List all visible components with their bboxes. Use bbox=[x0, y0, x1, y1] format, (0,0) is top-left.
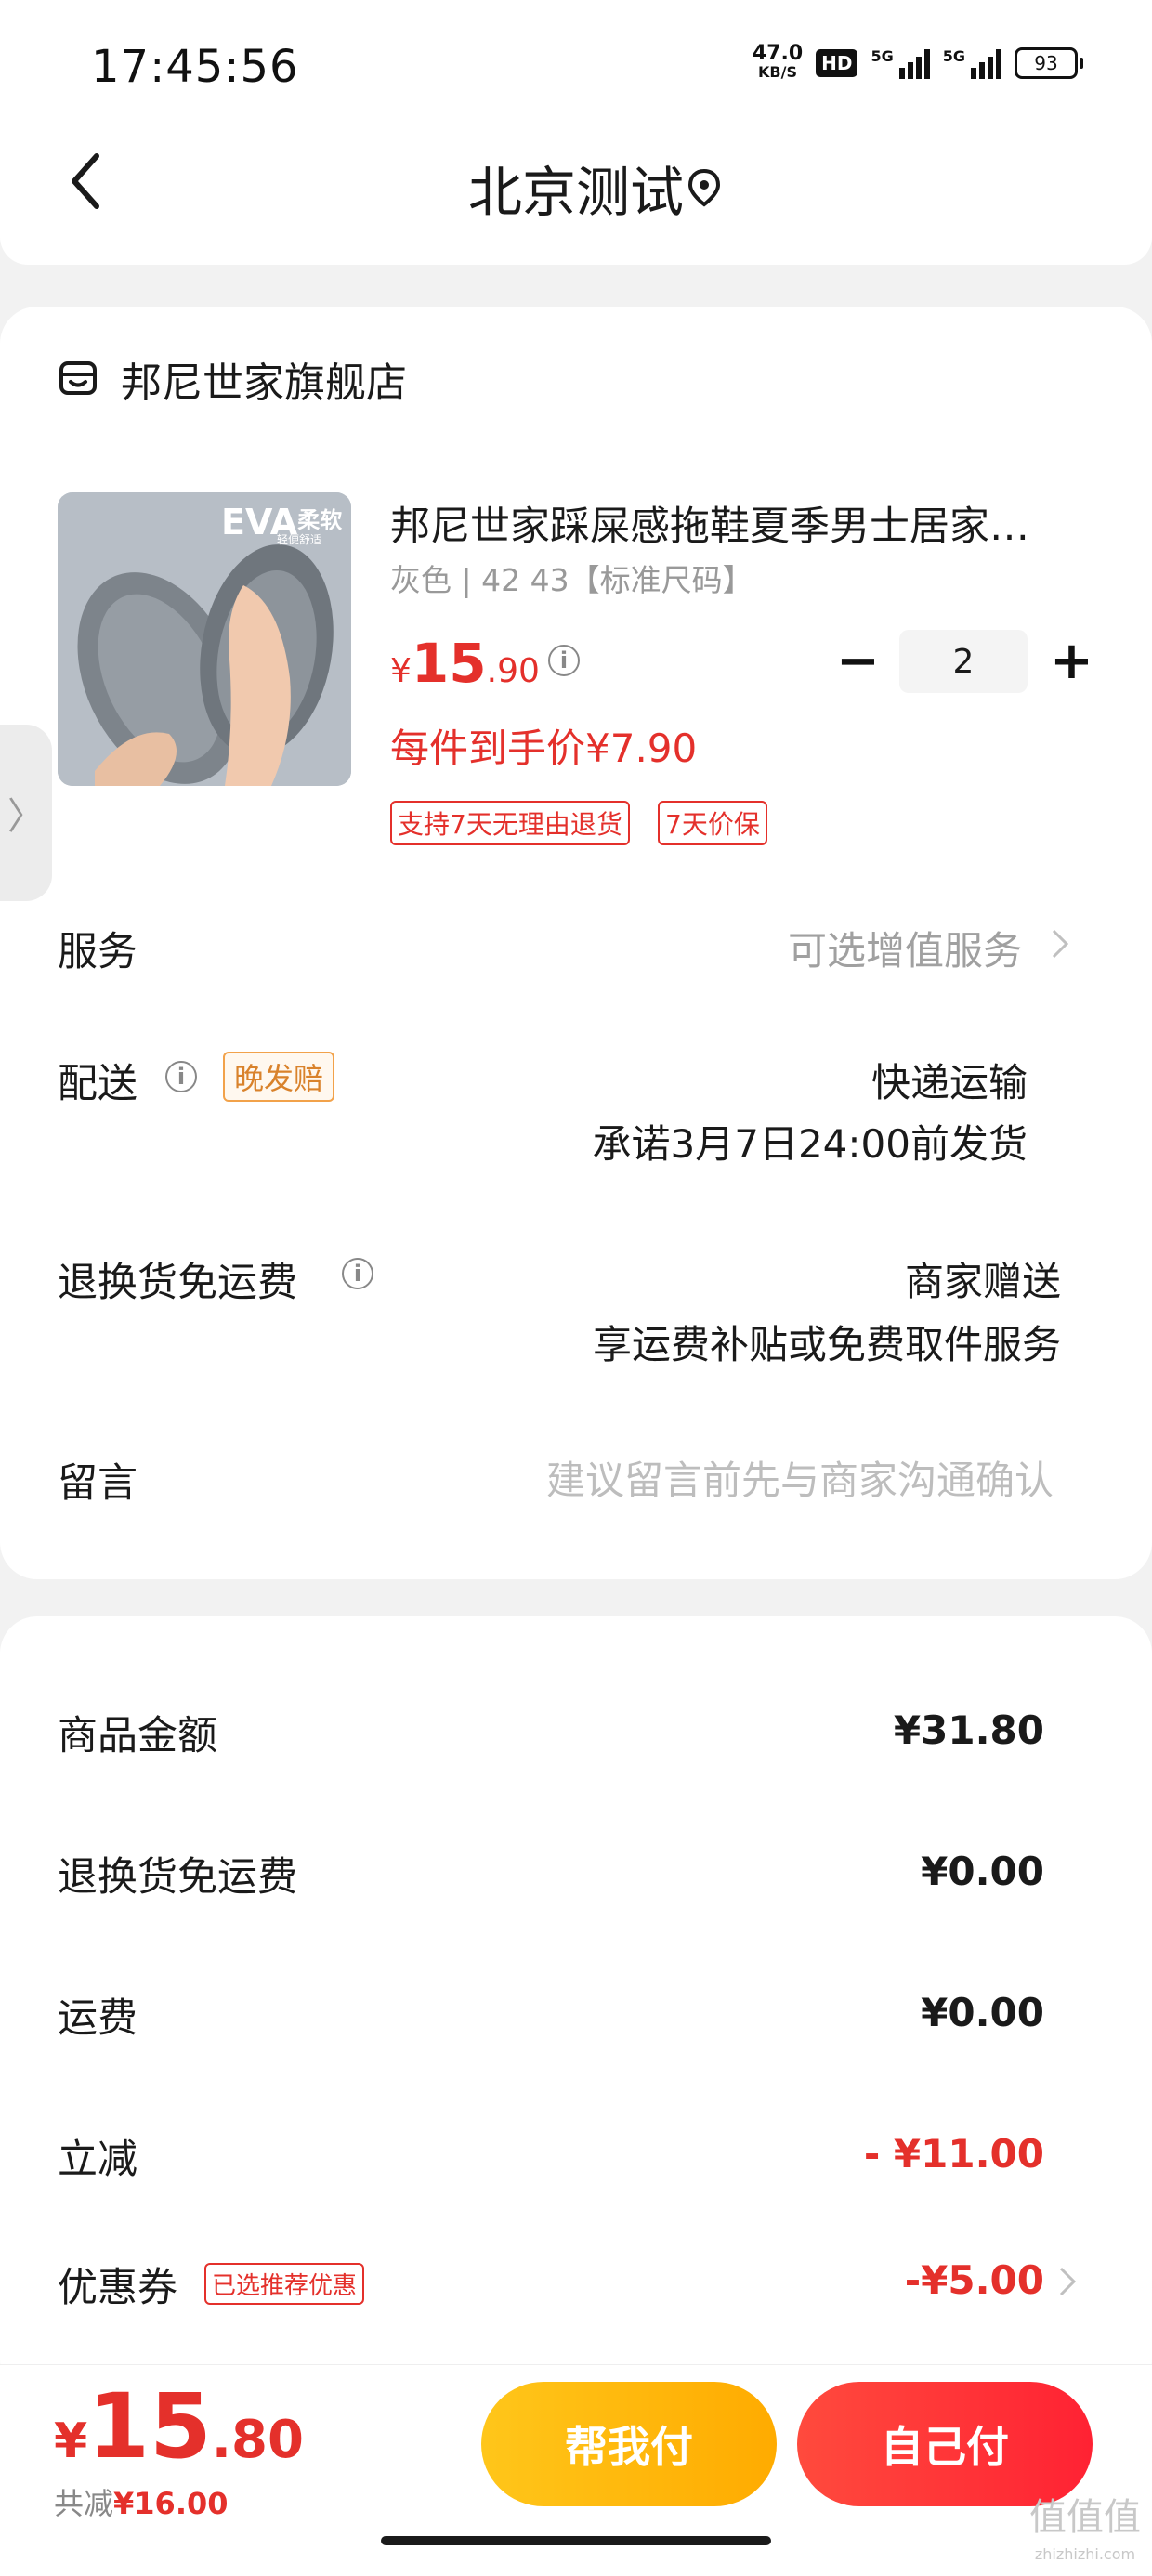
return-shipping-label: 退换货免运费 bbox=[58, 1260, 297, 1306]
total-saved[interactable]: 共减¥16.00 bbox=[54, 2480, 229, 2523]
total-price: ¥15.80 bbox=[54, 2374, 304, 2478]
message-label: 留言 bbox=[58, 1460, 137, 1507]
store-icon bbox=[58, 358, 98, 399]
location-pin-icon[interactable] bbox=[686, 165, 723, 210]
return-fee-value: ¥0.00 bbox=[921, 1849, 1044, 1894]
return-policy-tag: 支持7天无理由退货 bbox=[390, 801, 630, 845]
delivery-promise[interactable]: 承诺3月7日24:00前发货 bbox=[593, 1113, 1028, 1170]
message-input[interactable]: 建议留言前先与商家沟通确认 bbox=[546, 1449, 1054, 1506]
return-fee-label: 退换货免运费 bbox=[58, 1854, 297, 1901]
product-spec[interactable]: 灰色 | 42 43【标准尺码】 bbox=[390, 556, 753, 600]
delivery-info-icon[interactable]: i bbox=[165, 1061, 197, 1092]
service-value[interactable]: 可选增值服务 bbox=[788, 920, 1022, 976]
network-speed: 47.0 KB/S bbox=[752, 42, 804, 82]
chevron-right-icon[interactable] bbox=[1050, 925, 1070, 962]
signal-5g-icon-2: 5G bbox=[943, 47, 1001, 79]
unit-price: ¥15.90 bbox=[390, 632, 540, 695]
home-indicator[interactable] bbox=[381, 2536, 771, 2545]
side-expand-tab[interactable]: 〉 bbox=[0, 725, 52, 901]
return-shipping-value: 商家赠送 bbox=[904, 1259, 1061, 1304]
shipping-fee-value: ¥0.00 bbox=[921, 1990, 1044, 2035]
signal-5g-icon: 5G bbox=[871, 47, 930, 79]
return-info-icon[interactable]: i bbox=[342, 1258, 373, 1289]
discount-label: 立减 bbox=[58, 2137, 137, 2183]
coupon-value[interactable]: -¥5.00 bbox=[905, 2257, 1044, 2303]
quantity-minus-button[interactable]: − bbox=[836, 635, 880, 687]
delivery-method[interactable]: 快递运输 bbox=[871, 1052, 1028, 1108]
price-info-icon[interactable]: i bbox=[548, 645, 580, 676]
coupon-recommended-tag: 已选推荐优惠 bbox=[204, 2263, 365, 2305]
coupon-label: 优惠券 bbox=[58, 2265, 177, 2311]
help-me-pay-button[interactable]: 帮我付 bbox=[481, 2382, 777, 2506]
hd-voice-icon: HD bbox=[816, 49, 858, 77]
discount-value: - ¥11.00 bbox=[863, 2131, 1044, 2177]
late-compensation-tag: 晚发赔 bbox=[223, 1052, 335, 1102]
product-title[interactable]: 邦尼世家踩屎感拖鞋夏季男士居家… bbox=[390, 494, 1068, 552]
pay-myself-button[interactable]: 自己付 bbox=[797, 2382, 1093, 2506]
each-price: 每件到手价¥7.90 bbox=[390, 726, 698, 771]
shipping-fee-label: 运费 bbox=[58, 1995, 137, 2042]
delivery-label: 配送 bbox=[58, 1061, 137, 1107]
quantity-input[interactable]: 2 bbox=[899, 630, 1028, 693]
chevron-right-icon: 〉 bbox=[7, 795, 45, 838]
watermark: 值值值 zhizhizhi.com bbox=[1029, 2496, 1141, 2563]
service-label: 服务 bbox=[58, 929, 137, 975]
address-title[interactable]: 北京测试 bbox=[0, 149, 1152, 227]
status-icons: 47.0 KB/S HD 5G 5G 93 bbox=[752, 42, 1083, 82]
goods-amount-value: ¥31.80 bbox=[893, 1707, 1044, 1753]
product-image[interactable]: EVA柔软 轻便舒适 bbox=[58, 492, 351, 786]
price-protect-tag: 7天价保 bbox=[658, 801, 767, 845]
status-time: 17:45:56 bbox=[91, 41, 299, 93]
goods-amount-label: 商品金额 bbox=[58, 1713, 217, 1759]
battery-icon: 93 bbox=[1015, 47, 1083, 79]
store-name[interactable]: 邦尼世家旗舰店 bbox=[121, 349, 407, 409]
chevron-right-icon[interactable] bbox=[1057, 2263, 1078, 2300]
quantity-plus-button[interactable]: + bbox=[1050, 635, 1093, 687]
return-shipping-desc: 享运费补贴或免费取件服务 bbox=[592, 1322, 1061, 1367]
